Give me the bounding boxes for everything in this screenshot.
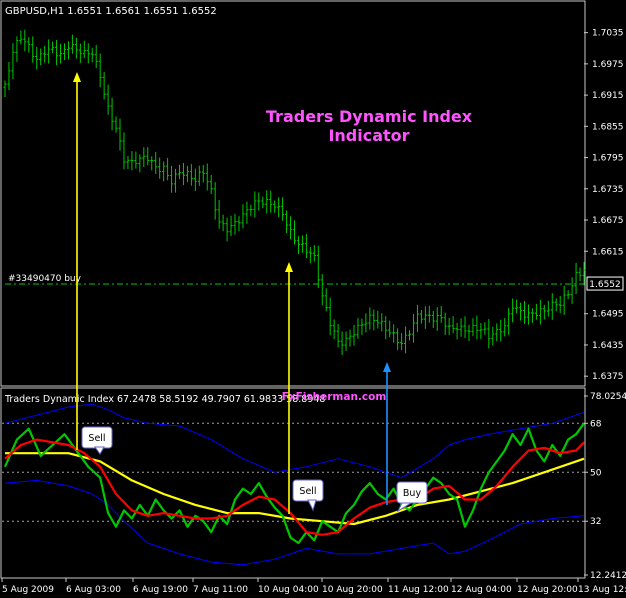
indicator-header: Traders Dynamic Index 67.2478 58.5192 49… <box>4 394 325 405</box>
indicator-tick-label: 12.2412 <box>590 571 626 581</box>
indicator-tick-label: 78.0254 <box>590 392 626 402</box>
current-price-label: 1.6552 <box>589 280 621 290</box>
sell-signal-label: Sell <box>299 486 316 497</box>
annotation-line2: Indicator <box>328 126 409 145</box>
price-tick-label: 1.6615 <box>592 247 624 257</box>
annotation-line1: Traders Dynamic Index <box>266 107 473 126</box>
time-tick-label: 10 Aug 20:00 <box>322 585 383 595</box>
time-tick-label: 7 Aug 11:00 <box>193 585 248 595</box>
price-tick-label: 1.6855 <box>592 122 624 132</box>
forex-chart: 1.7035 1.6975 1.6915 1.6855 1.6795 1.6735 1.66… <box>0 0 626 598</box>
time-tick-label: 5 Aug 2009 <box>2 585 54 595</box>
time-tick-label: 12 Aug 20:00 <box>517 585 578 595</box>
time-tick-label: 13 Aug 12:00 <box>578 585 626 595</box>
indicator-tick-label: 32 <box>590 517 601 527</box>
watermark: FxFisherman.com <box>282 391 387 403</box>
price-tick-label: 1.7035 <box>592 29 624 39</box>
price-tick-label: 1.6675 <box>592 216 624 226</box>
price-tick-label: 1.6435 <box>592 341 624 351</box>
price-tick-label: 1.6975 <box>592 60 624 70</box>
indicator-tick-label: 68 <box>590 419 602 429</box>
time-tick-label: 11 Aug 12:00 <box>388 585 449 595</box>
time-tick-label: 6 Aug 03:00 <box>66 585 121 595</box>
price-tick-label: 1.6915 <box>592 91 624 101</box>
order-label: #33490470 buy <box>8 274 82 284</box>
main-header: GBPUSD,H1 1.6551 1.6561 1.6551 1.6552 <box>5 6 217 17</box>
time-tick-label: 6 Aug 19:00 <box>133 585 188 595</box>
time-tick-label: 10 Aug 04:00 <box>258 585 319 595</box>
price-tick-label: 1.6735 <box>592 185 624 195</box>
buy-signal-label: Buy <box>403 488 422 499</box>
sell-signal-label: Sell <box>88 433 105 444</box>
time-tick-label: 12 Aug 04:00 <box>451 585 512 595</box>
price-tick-label: 1.6795 <box>592 154 624 164</box>
indicator-tick-label: 50 <box>590 468 602 478</box>
price-tick-label: 1.6375 <box>592 372 624 382</box>
price-tick-label: 1.6495 <box>592 310 624 320</box>
